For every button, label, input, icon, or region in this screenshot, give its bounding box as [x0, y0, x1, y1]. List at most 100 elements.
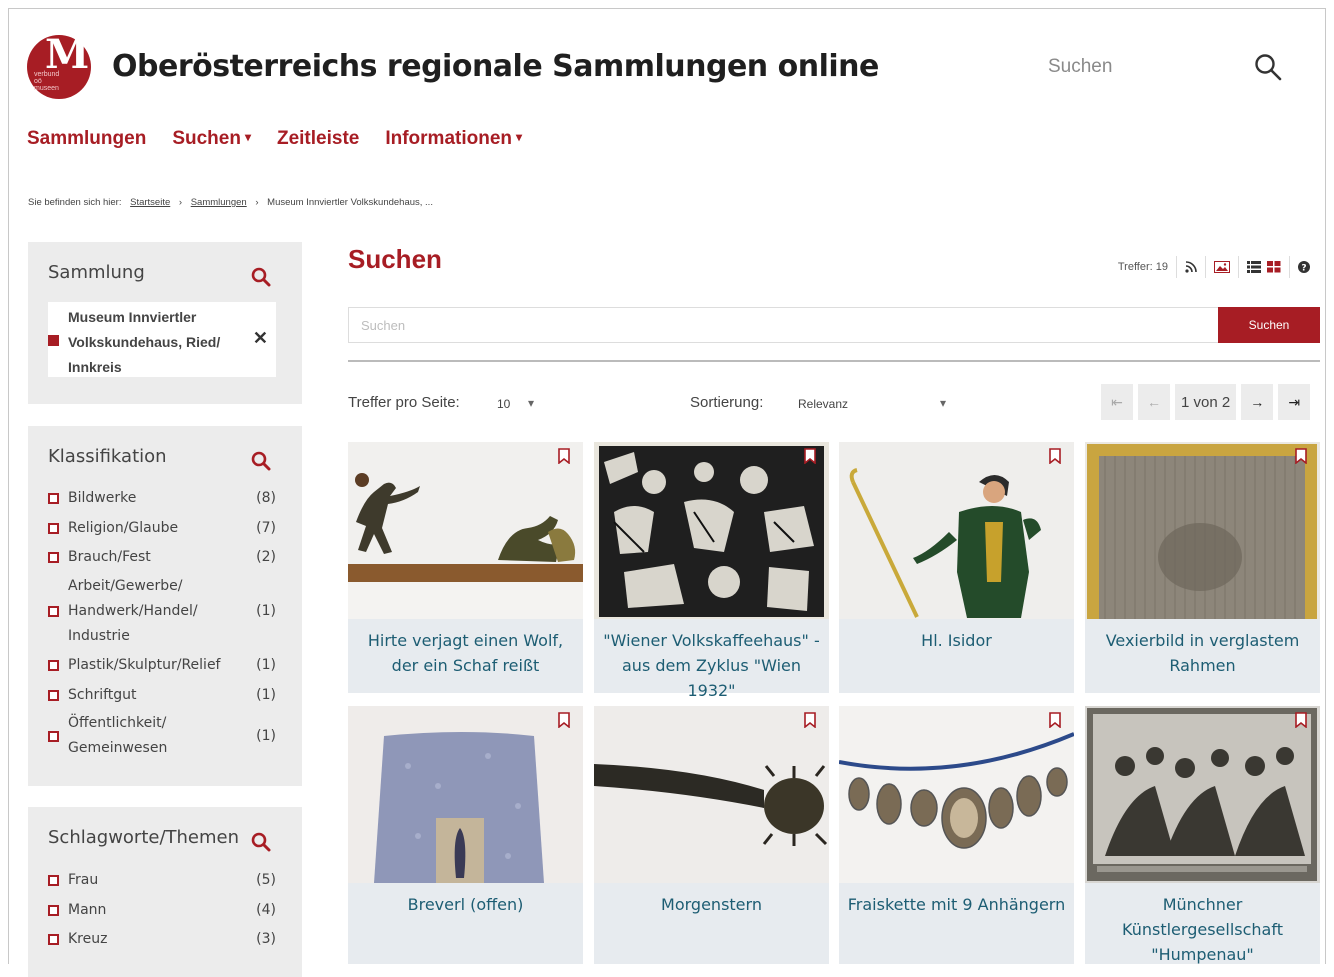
chevron-down-icon[interactable]: ▾ — [528, 396, 534, 410]
facet-option-label: Öffentlichkeit/ Gemeinwesen — [68, 715, 168, 756]
rss-icon[interactable] — [1176, 256, 1205, 278]
bookmark-icon[interactable] — [558, 448, 570, 464]
breadcrumb-link-collections[interactable]: Sammlungen — [191, 197, 247, 208]
nav-label: Zeitleiste — [276, 128, 360, 149]
result-title[interactable]: Breverl (offen) — [354, 892, 577, 917]
bookmark-icon[interactable] — [1295, 712, 1307, 728]
bookmark-icon[interactable] — [804, 712, 816, 728]
checkbox[interactable] — [48, 523, 59, 534]
bookmark-icon[interactable] — [804, 448, 816, 464]
facet-option[interactable]: Mann (4) — [48, 898, 278, 923]
result-card[interactable]: Münchner Künstlergesellschaft "Humpenau" — [1085, 706, 1320, 964]
result-card[interactable]: Morgenstern — [594, 706, 829, 964]
result-image — [1085, 442, 1320, 619]
bookmark-icon[interactable] — [1049, 712, 1061, 728]
hits-count: Treffer: 19 — [1117, 261, 1168, 273]
grid-view-icon[interactable] — [1267, 261, 1281, 273]
nav-item-suchen[interactable]: Suchen ▾ — [172, 128, 251, 150]
breadcrumb: Sie befinden sich hier: Startseite › Sam… — [28, 197, 433, 208]
search-icon[interactable] — [250, 450, 272, 472]
site-title[interactable]: Oberösterreichs regionale Sammlungen onl… — [112, 49, 879, 84]
bookmark-icon[interactable] — [1295, 448, 1307, 464]
help-icon[interactable]: ? — [1289, 256, 1318, 278]
nav-label: Sammlungen — [27, 128, 147, 149]
checkbox[interactable] — [48, 731, 59, 742]
result-card[interactable]: Fraiskette mit 9 Anhängern — [839, 706, 1074, 964]
breadcrumb-separator: › — [178, 197, 183, 208]
facet-option[interactable]: Frau (5) — [48, 868, 278, 893]
list-view-icon[interactable] — [1247, 261, 1261, 273]
result-card[interactable]: Hirte verjagt einen Wolf, der ein Schaf … — [348, 442, 583, 693]
facet-option[interactable]: Öffentlichkeit/ Gemeinwesen (1) — [48, 711, 278, 761]
selected-marker — [48, 335, 59, 346]
facet-option[interactable]: Arbeit/Gewerbe/ Handwerk/Handel/ Industr… — [48, 574, 278, 650]
search-button[interactable]: Suchen — [1218, 307, 1320, 343]
result-title[interactable]: Hirte verjagt einen Wolf, der ein Schaf … — [354, 628, 577, 678]
facet-option[interactable]: Schriftgut (1) — [48, 683, 278, 708]
checkbox[interactable] — [48, 606, 59, 617]
nav-label: Suchen — [172, 128, 241, 149]
result-title[interactable]: "Wiener Volkskaffeehaus" - aus dem Zyklu… — [600, 628, 823, 703]
facet-option[interactable]: Brauch/Fest (2) — [48, 545, 278, 570]
facet-option[interactable]: Kreuz (3) — [48, 927, 278, 952]
search-input[interactable] — [348, 307, 1219, 343]
facet-option[interactable]: Plastik/Skulptur/Relief (1) — [48, 653, 278, 678]
result-title[interactable]: Morgenstern — [600, 892, 823, 917]
facet-option-count: (3) — [256, 931, 276, 947]
page-info: 1 von 2 — [1175, 384, 1237, 420]
next-page-icon[interactable]: → — [1241, 384, 1274, 420]
result-image — [839, 442, 1074, 619]
svg-text:?: ? — [1301, 264, 1306, 274]
checkbox[interactable] — [48, 690, 59, 701]
result-title[interactable]: Fraiskette mit 9 Anhängern — [845, 892, 1068, 917]
checkbox[interactable] — [48, 934, 59, 945]
checkbox[interactable] — [48, 660, 59, 671]
selected-filter: Museum Innviertler Volkskundehaus, Ried/… — [48, 302, 276, 377]
close-icon[interactable]: ✕ — [253, 328, 268, 349]
sort-select[interactable]: Relevanz — [798, 397, 848, 411]
checkbox[interactable] — [48, 493, 59, 504]
first-page-icon[interactable]: ⇤ — [1101, 384, 1133, 420]
checkbox[interactable] — [48, 552, 59, 563]
result-card[interactable]: Vexierbild in verglastem Rahmen — [1085, 442, 1320, 693]
pagination: ⇤ ← 1 von 2 → ⇥ — [1101, 384, 1311, 420]
nav-item-zeitleiste[interactable]: Zeitleiste — [277, 128, 359, 150]
result-card[interactable]: "Wiener Volkskaffeehaus" - aus dem Zyklu… — [594, 442, 829, 700]
bookmark-icon[interactable] — [558, 712, 570, 728]
search-icon[interactable] — [250, 831, 272, 853]
result-title[interactable]: Vexierbild in verglastem Rahmen — [1091, 628, 1314, 678]
site-logo[interactable]: M verbund oö museen — [27, 33, 91, 99]
facet-option-count: (1) — [256, 728, 276, 744]
chevron-down-icon[interactable]: ▾ — [940, 396, 946, 410]
search-icon[interactable] — [1253, 52, 1283, 82]
facet-option-count: (4) — [256, 902, 276, 918]
header-search-input[interactable] — [1046, 55, 1250, 79]
facet-option-label: Arbeit/Gewerbe/ Handwerk/Handel/ Industr… — [68, 578, 198, 644]
result-card[interactable]: Hl. Isidor — [839, 442, 1074, 693]
per-page-select[interactable]: 10 — [497, 397, 510, 411]
result-card[interactable]: Breverl (offen) — [348, 706, 583, 964]
per-page-label: Treffer pro Seite: — [348, 394, 460, 411]
last-page-icon[interactable]: ⇥ — [1278, 384, 1311, 420]
breadcrumb-link-home[interactable]: Startseite — [130, 197, 170, 208]
facet-option-count: (7) — [256, 520, 276, 536]
result-image — [594, 442, 829, 619]
prev-page-icon[interactable]: ← — [1138, 384, 1170, 420]
facet-option[interactable]: Bildwerke (8) — [48, 486, 278, 511]
results-toolbar: Treffer: 19 ? — [1110, 256, 1318, 278]
nav-item-informationen[interactable]: Informationen ▾ — [385, 128, 522, 150]
result-title[interactable]: Hl. Isidor — [845, 628, 1068, 653]
result-title[interactable]: Münchner Künstlergesellschaft "Humpenau" — [1091, 892, 1314, 967]
facet-option-label: Kreuz — [68, 931, 108, 947]
checkbox[interactable] — [48, 875, 59, 886]
caret-down-icon: ▾ — [516, 130, 523, 144]
search-form: Suchen — [348, 307, 1320, 343]
checkbox[interactable] — [48, 905, 59, 916]
facet-option[interactable]: Religion/Glaube (7) — [48, 516, 278, 541]
image-view-icon[interactable] — [1205, 256, 1238, 278]
bookmark-icon[interactable] — [1049, 448, 1061, 464]
nav-item-sammlungen[interactable]: Sammlungen — [27, 128, 146, 150]
caret-down-icon: ▾ — [244, 130, 251, 144]
main-nav: Sammlungen Suchen ▾ Zeitleiste Informatio… — [27, 128, 522, 150]
search-icon[interactable] — [250, 266, 272, 288]
